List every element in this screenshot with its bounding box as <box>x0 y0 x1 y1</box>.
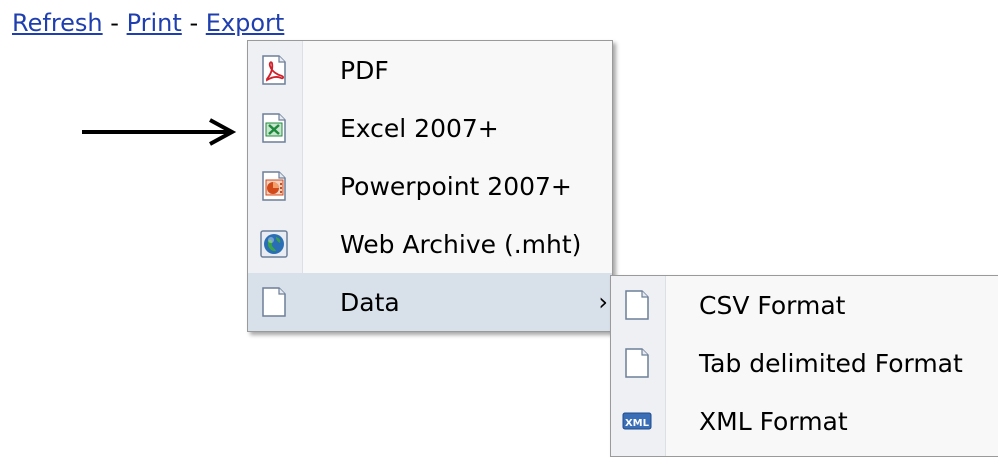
print-link[interactable]: Print <box>127 9 182 37</box>
submenu-item-tab-delimited[interactable]: Tab delimited Format <box>611 334 998 392</box>
export-link[interactable]: Export <box>206 9 285 37</box>
document-icon <box>258 286 290 318</box>
excel-icon <box>258 112 290 144</box>
menu-item-web-archive[interactable]: Web Archive (.mht) <box>248 215 612 273</box>
submenu-item-xml[interactable]: XML XML Format <box>611 392 998 450</box>
refresh-link[interactable]: Refresh <box>12 9 103 37</box>
document-icon <box>621 347 653 379</box>
menu-item-label: CSV Format <box>699 290 846 320</box>
toolbar: Refresh - Print - Export <box>12 6 284 40</box>
web-archive-icon <box>258 228 290 260</box>
menu-item-data[interactable]: Data › <box>248 273 612 331</box>
menu-item-label: Data <box>340 287 400 317</box>
submenu-item-csv[interactable]: CSV Format <box>611 276 998 334</box>
powerpoint-icon <box>258 170 290 202</box>
export-menu: PDF Excel 2007+ Powerpoint 2007+ Web Arc… <box>247 40 613 332</box>
separator: - <box>189 9 199 37</box>
data-submenu: CSV Format Tab delimited Format XML XML … <box>610 275 998 457</box>
pdf-icon <box>258 54 290 86</box>
arrow-annotation-icon <box>82 118 237 146</box>
menu-item-label: Tab delimited Format <box>699 348 963 378</box>
chevron-right-icon: › <box>598 288 608 316</box>
menu-item-label: PDF <box>340 55 389 85</box>
menu-item-pdf[interactable]: PDF <box>248 41 612 99</box>
separator: - <box>110 9 119 37</box>
menu-item-label: Excel 2007+ <box>340 113 499 143</box>
xml-icon: XML <box>621 405 653 437</box>
menu-item-powerpoint[interactable]: Powerpoint 2007+ <box>248 157 612 215</box>
menu-item-label: Powerpoint 2007+ <box>340 171 572 201</box>
menu-item-label: XML Format <box>699 406 848 436</box>
menu-item-excel[interactable]: Excel 2007+ <box>248 99 612 157</box>
menu-item-label: Web Archive (.mht) <box>340 229 582 259</box>
svg-text:XML: XML <box>625 418 650 429</box>
document-icon <box>621 289 653 321</box>
